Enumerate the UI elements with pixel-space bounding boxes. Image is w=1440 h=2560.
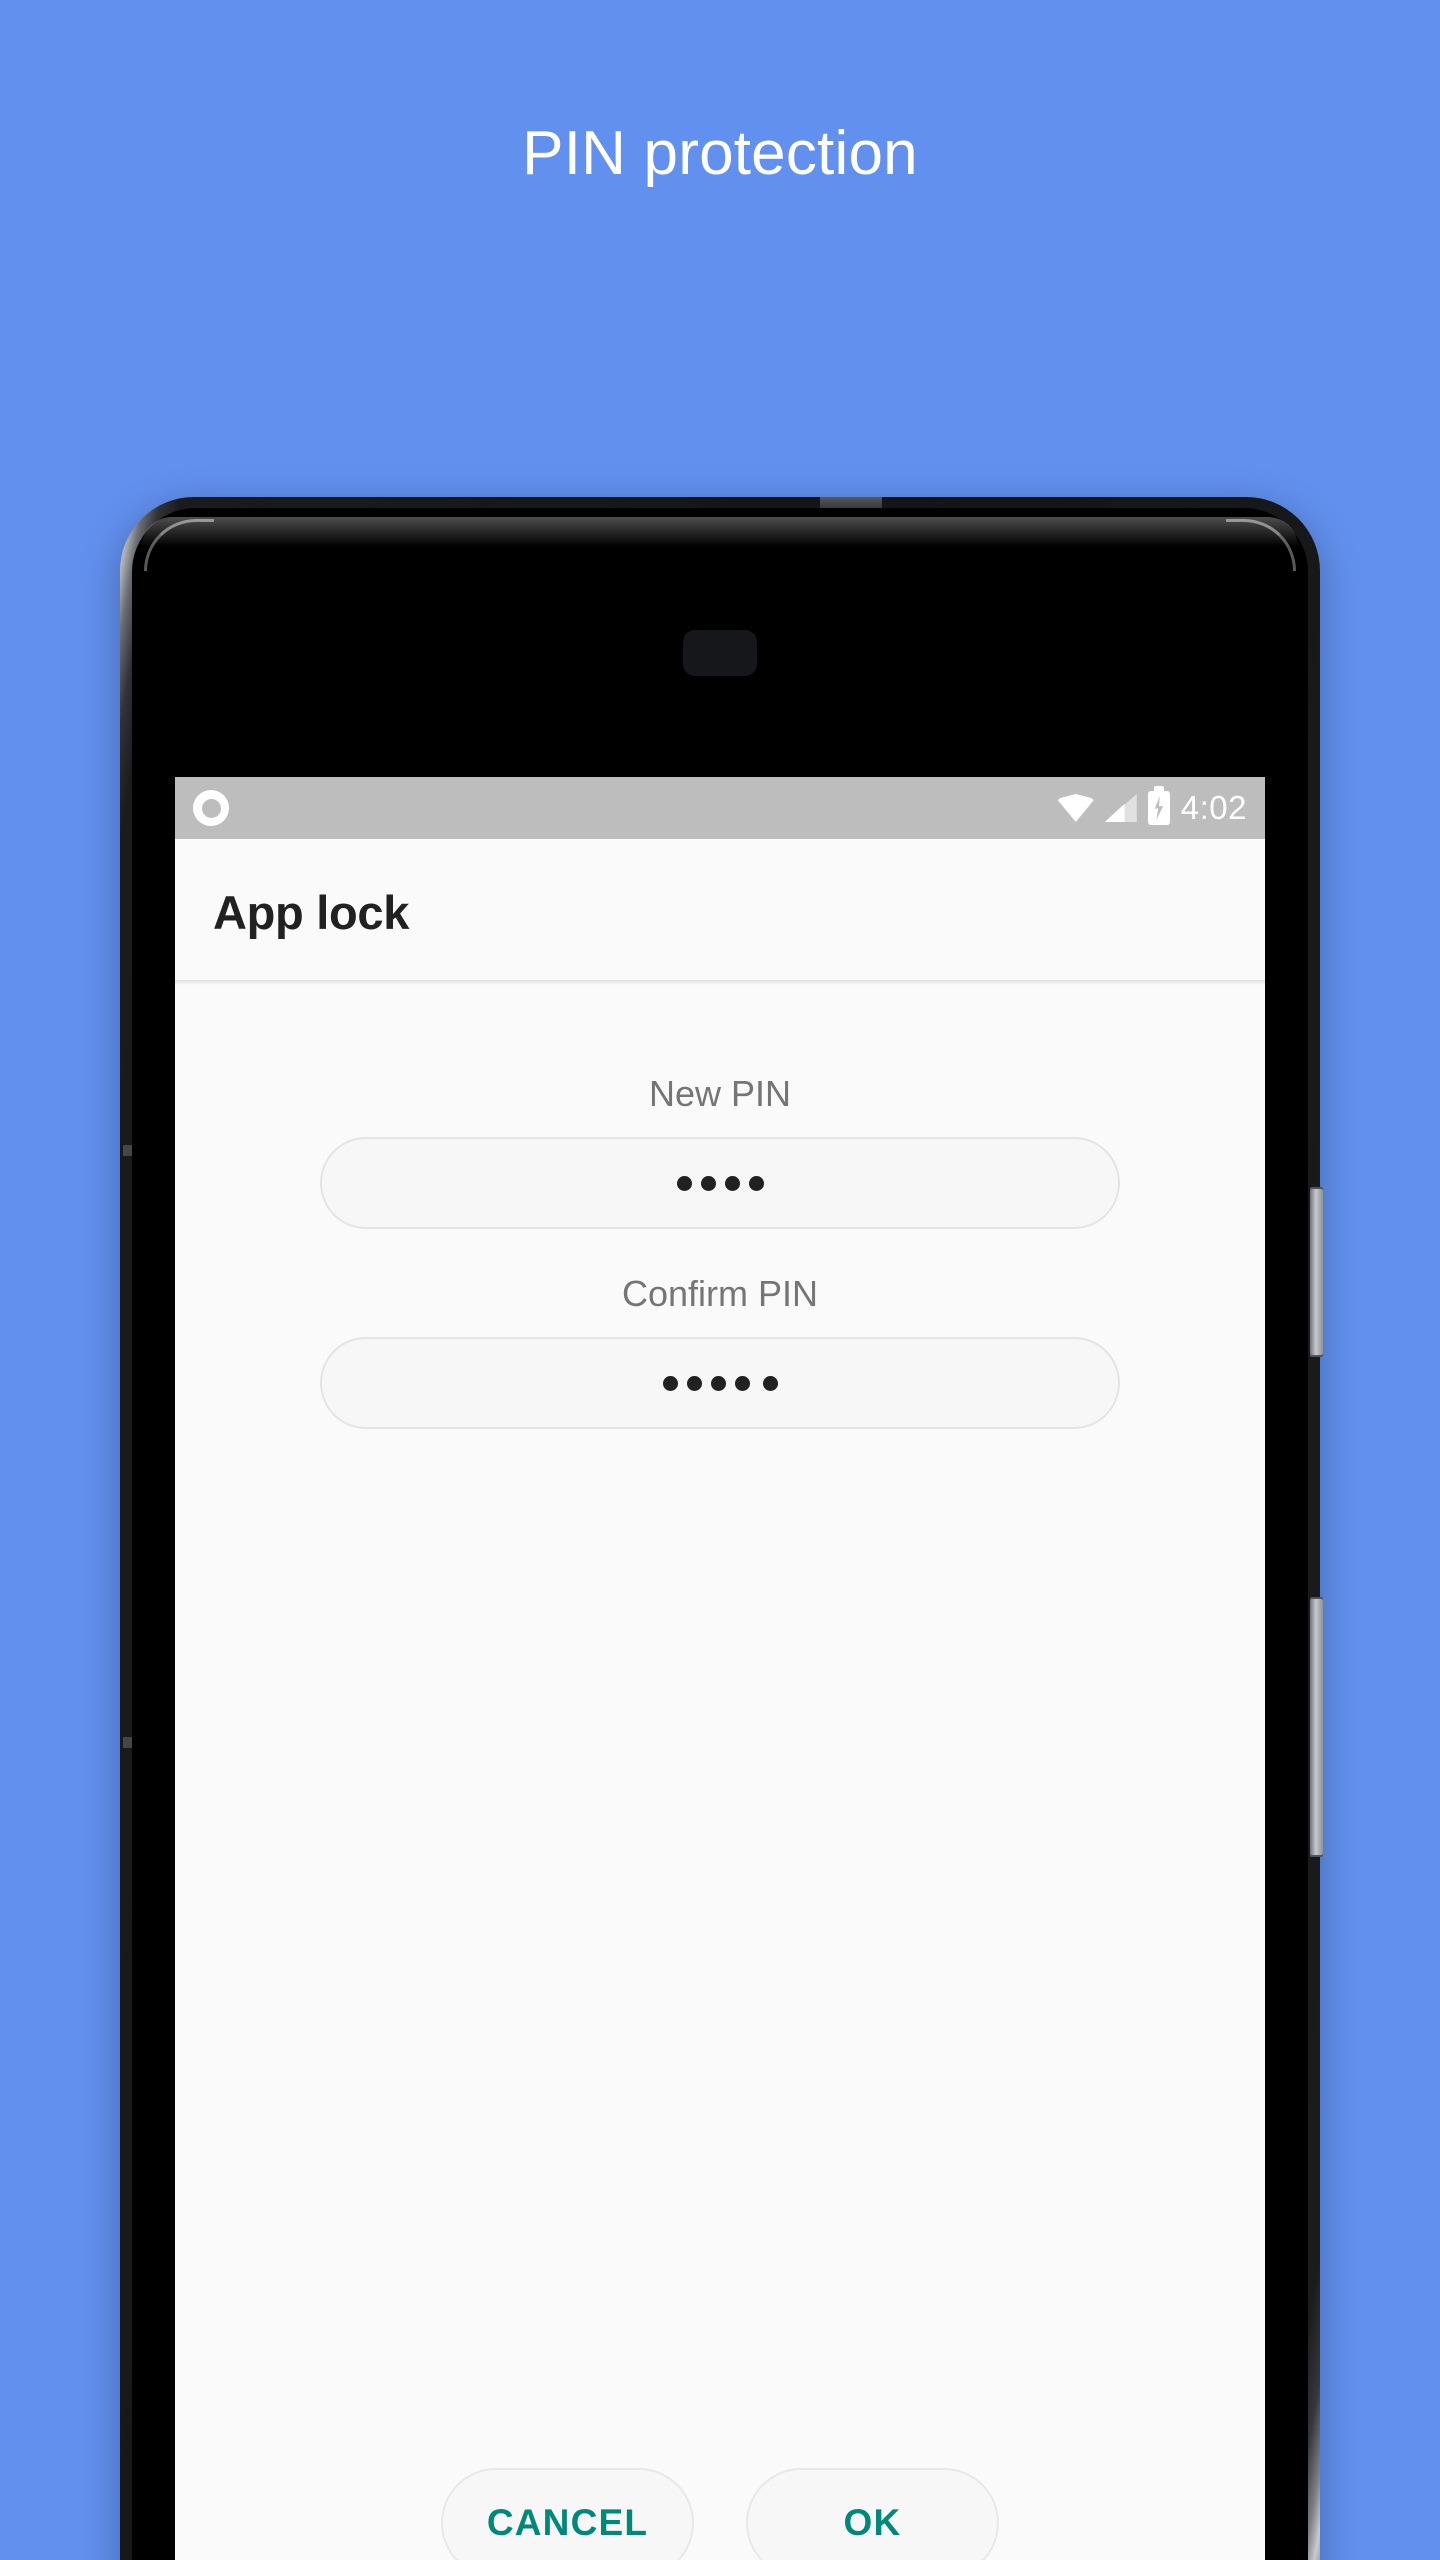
dialog-actions: CANCEL OK bbox=[175, 2468, 1265, 2560]
status-bar-clock: 4:02 bbox=[1180, 789, 1247, 826]
confirm-pin-masked-value bbox=[662, 1375, 778, 1391]
cellular-signal-icon bbox=[1105, 794, 1137, 822]
ok-button[interactable]: OK bbox=[746, 2468, 999, 2560]
status-bar-right-cluster: 4:02 bbox=[1057, 786, 1247, 827]
antenna-seam bbox=[123, 1145, 132, 1156]
app-bar: App lock bbox=[175, 839, 1265, 985]
pin-dot bbox=[724, 1175, 740, 1191]
wifi-icon bbox=[1057, 794, 1094, 822]
pin-dot bbox=[734, 1375, 750, 1391]
pin-dot bbox=[748, 1175, 764, 1191]
pin-dot bbox=[676, 1175, 692, 1191]
volume-button[interactable] bbox=[1310, 1597, 1323, 1857]
pin-dot bbox=[710, 1375, 726, 1391]
notification-circle-icon bbox=[193, 790, 229, 826]
phone-screen: 4:02 App lock New PIN Confirm PIN CANCEL… bbox=[175, 777, 1265, 2560]
proximity-sensor-icon bbox=[683, 630, 757, 676]
screenshot-root: PIN protection 4:02 App lock New PIN Con… bbox=[0, 0, 1440, 2560]
battery-charging-icon bbox=[1147, 786, 1170, 825]
pin-dot bbox=[700, 1175, 716, 1191]
new-pin-label: New PIN bbox=[648, 1073, 792, 1114]
app-bar-title: App lock bbox=[213, 885, 410, 939]
status-bar: 4:02 bbox=[175, 777, 1265, 839]
cancel-button[interactable]: CANCEL bbox=[441, 2468, 694, 2560]
new-pin-masked-value bbox=[676, 1175, 764, 1191]
confirm-pin-label: Confirm PIN bbox=[621, 1273, 819, 1314]
antenna-seam bbox=[123, 1737, 132, 1748]
dialog-content: New PIN Confirm PIN CANCEL OK bbox=[175, 1073, 1265, 2560]
confirm-pin-input[interactable] bbox=[320, 1337, 1120, 1429]
pin-dot bbox=[686, 1375, 702, 1391]
pin-dot bbox=[662, 1375, 678, 1391]
page-title: PIN protection bbox=[522, 119, 918, 188]
new-pin-input[interactable] bbox=[320, 1137, 1120, 1229]
power-button[interactable] bbox=[1310, 1187, 1323, 1357]
phone-device-mockup: 4:02 App lock New PIN Confirm PIN CANCEL… bbox=[120, 497, 1323, 2560]
text-cursor bbox=[762, 1375, 778, 1391]
